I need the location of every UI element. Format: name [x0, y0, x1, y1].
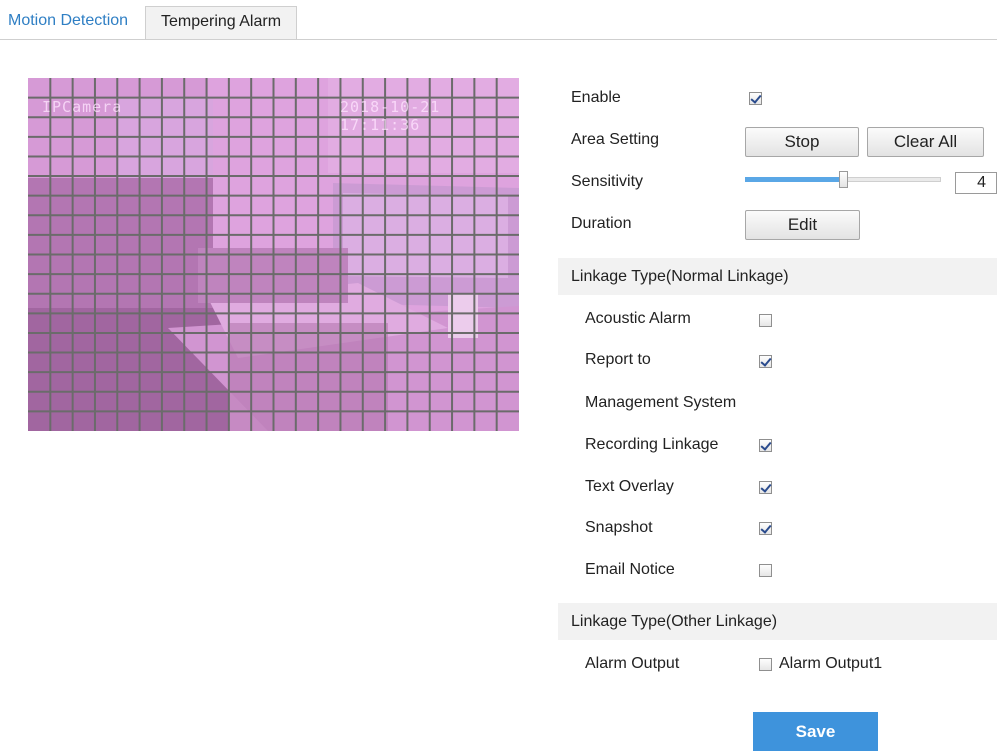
- enable-label: Enable: [571, 89, 621, 106]
- alarm-output1-checkbox[interactable]: [759, 658, 772, 671]
- stop-button[interactable]: Stop: [745, 127, 859, 157]
- tab-divider: [0, 39, 997, 40]
- management-system-label: Management System: [585, 394, 737, 411]
- tab-tempering-alarm[interactable]: Tempering Alarm: [145, 6, 297, 39]
- alarm-output-label: Alarm Output: [585, 655, 680, 672]
- acoustic-alarm-checkbox[interactable]: [759, 314, 772, 327]
- enable-checkbox[interactable]: [749, 92, 762, 105]
- clear-all-button[interactable]: Clear All: [867, 127, 984, 157]
- alarm-output1-label: Alarm Output1: [779, 655, 883, 672]
- report-to-label: Report to: [585, 351, 651, 368]
- acoustic-alarm-label: Acoustic Alarm: [585, 310, 691, 327]
- report-to-checkbox[interactable]: [759, 355, 772, 368]
- snapshot-checkbox[interactable]: [759, 522, 772, 535]
- edit-button[interactable]: Edit: [745, 210, 860, 240]
- text-overlay-label: Text Overlay: [585, 478, 674, 495]
- save-button[interactable]: Save: [753, 712, 878, 751]
- camera-name-overlay: IPCamera: [42, 98, 123, 116]
- video-preview[interactable]: IPCamera 2018-10-21 17:11:36: [28, 78, 519, 431]
- sensitivity-value-field[interactable]: 4: [955, 172, 997, 194]
- text-overlay-checkbox[interactable]: [759, 481, 772, 494]
- timestamp-overlay: 2018-10-21 17:11:36: [340, 98, 441, 134]
- sensitivity-label: Sensitivity: [571, 173, 644, 190]
- sensitivity-slider-thumb[interactable]: [839, 171, 848, 188]
- email-notice-checkbox[interactable]: [759, 564, 772, 577]
- snapshot-label: Snapshot: [585, 519, 653, 536]
- tab-bar: Motion Detection Tempering Alarm: [0, 0, 997, 40]
- tab-motion-detection[interactable]: Motion Detection: [0, 6, 136, 39]
- normal-linkage-header: Linkage Type(Normal Linkage): [558, 258, 997, 295]
- recording-linkage-label: Recording Linkage: [585, 436, 719, 453]
- duration-label: Duration: [571, 215, 632, 232]
- sensitivity-slider-fill: [745, 177, 843, 182]
- email-notice-label: Email Notice: [585, 561, 675, 578]
- other-linkage-header: Linkage Type(Other Linkage): [558, 603, 997, 640]
- recording-linkage-checkbox[interactable]: [759, 439, 772, 452]
- area-setting-label: Area Setting: [571, 131, 660, 148]
